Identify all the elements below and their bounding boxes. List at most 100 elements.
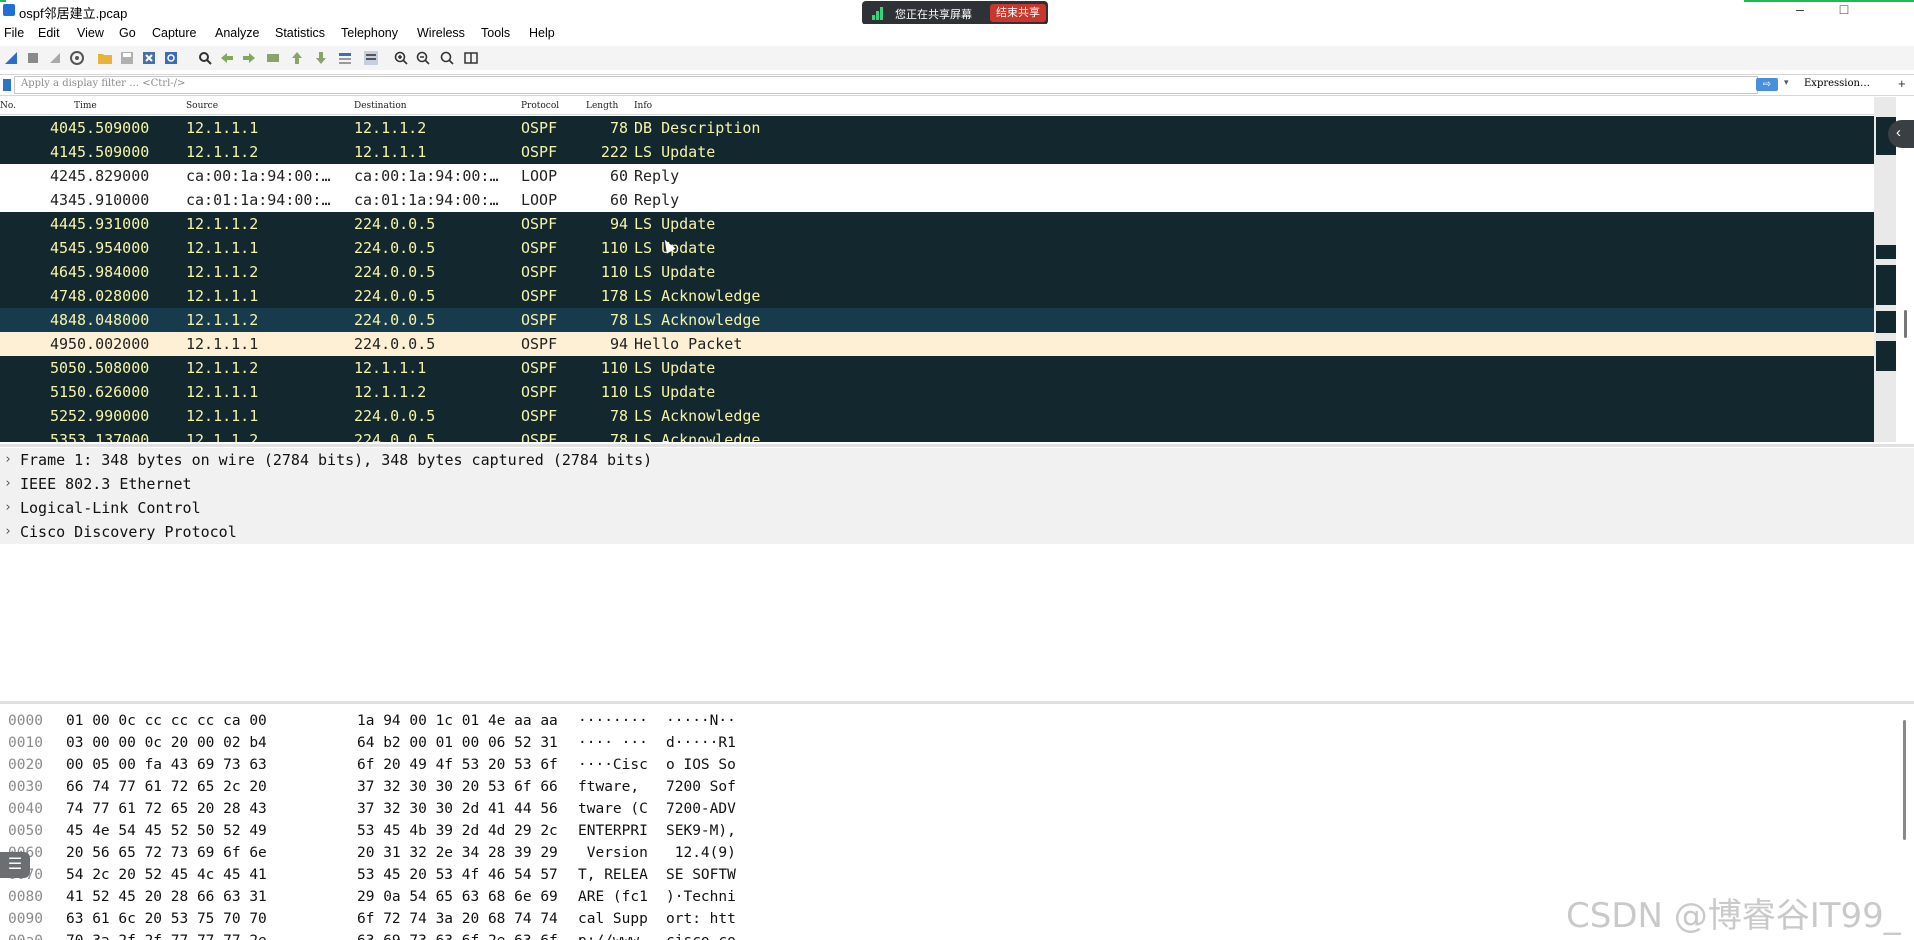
ascii-high: 7200 Sof (666, 779, 736, 795)
packet-row[interactable]: 40 45.509000 12.1.1.1 12.1.1.2 OSPF 78 DB Desc… (0, 116, 1874, 140)
packet-list-scrollbar[interactable] (1904, 310, 1907, 338)
expand-caret-icon: › (4, 500, 12, 515)
menu-analyze[interactable]: Analyze (215, 26, 259, 40)
packet-source: 12.1.1.2 (186, 431, 259, 442)
packet-number: 52 (49, 407, 68, 425)
packet-time: 45.984000 (68, 263, 150, 281)
packet-row[interactable]: 43 45.910000 ca:01:1a:94:00:… ca:01:1a:94:0… (0, 188, 1874, 212)
restart-icon[interactable] (47, 50, 63, 66)
packet-row[interactable]: 52 52.990000 12.1.1.1 224.0.0.5 OSPF 78 LS Ack… (0, 404, 1874, 428)
bytes-row[interactable]: 0040 74 77 61 72 65 20 28 43 37 32 30 30 2… (0, 798, 1914, 820)
first-packet-icon[interactable] (289, 50, 305, 66)
wireshark-app-icon (3, 4, 15, 16)
column-source[interactable]: Source (186, 101, 218, 111)
stop-sharing-button[interactable]: 结束共享 (990, 4, 1046, 22)
packet-destination: ca:00:1a:94:00:… (354, 167, 499, 185)
normal-size-icon[interactable] (439, 50, 455, 66)
bytes-row[interactable]: 0050 45 4e 54 45 52 50 52 49 53 45 4b 39 2… (0, 820, 1914, 842)
packet-list-minimap[interactable] (1874, 97, 1896, 442)
hex-bytes-low: 41 52 45 20 28 66 63 31 (66, 889, 267, 905)
bookmark-icon[interactable] (3, 79, 11, 91)
menu-go[interactable]: Go (119, 26, 136, 40)
save-icon[interactable] (119, 50, 135, 66)
ascii-low: tware (C (578, 801, 648, 817)
expression-button[interactable]: Expression… (1804, 78, 1870, 89)
last-packet-icon[interactable] (313, 50, 329, 66)
detail-row-ethernet[interactable]: › IEEE 802.3 Ethernet (0, 472, 1914, 496)
menu-statistics[interactable]: Statistics (275, 26, 325, 40)
packet-row[interactable]: 48 48.048000 12.1.1.2 224.0.0.5 OSPF 78 LS Ack… (0, 308, 1874, 332)
packet-row[interactable]: 47 48.028000 12.1.1.1 224.0.0.5 OSPF 178 LS Ac… (0, 284, 1874, 308)
menu-telephony[interactable]: Telephony (341, 26, 398, 40)
packet-info: LS Update (634, 143, 716, 161)
colorize-icon[interactable] (363, 50, 379, 66)
packet-row[interactable]: 42 45.829000 ca:00:1a:94:00:… ca:00:1a:94:0… (0, 164, 1874, 188)
bytes-row[interactable]: 0030 66 74 77 61 72 65 2c 20 37 32 30 30 2… (0, 776, 1914, 798)
menu-view[interactable]: View (77, 26, 104, 40)
packet-row[interactable]: 51 50.626000 12.1.1.1 12.1.1.2 OSPF 110 LS Upd… (0, 380, 1874, 404)
detail-row-llc[interactable]: › Logical-Link Control (0, 496, 1914, 520)
packet-row[interactable]: 50 50.508000 12.1.1.2 12.1.1.1 OSPF 110 LS Upd… (0, 356, 1874, 380)
pane-splitter-top[interactable] (0, 444, 1914, 447)
packet-row[interactable]: 44 45.931000 12.1.1.2 224.0.0.5 OSPF 94 LS Upd… (0, 212, 1874, 236)
hex-bytes-high: 6f 20 49 4f 53 20 53 6f (357, 757, 558, 773)
menu-edit[interactable]: Edit (38, 26, 60, 40)
zoom-in-icon[interactable] (393, 50, 409, 66)
options-icon[interactable] (69, 50, 85, 66)
column-time[interactable]: Time (74, 101, 97, 111)
bytes-row[interactable]: 0010 03 00 00 0c 20 00 02 b4 64 b2 00 01 0… (0, 732, 1914, 754)
find-icon[interactable] (197, 50, 213, 66)
apply-filter-arrow-icon[interactable]: ⇨ (1756, 78, 1778, 91)
hex-bytes-high: 6f 72 74 3a 20 68 74 74 (357, 911, 558, 927)
menu-help[interactable]: Help (529, 26, 555, 40)
bytes-row[interactable]: 007054 2c 20 52 45 4c 45 4153 45 20 53 4… (0, 864, 1914, 886)
zoom-out-icon[interactable] (415, 50, 431, 66)
shark-fin-start-icon[interactable] (3, 50, 19, 66)
packet-row[interactable]: 45 45.954000 12.1.1.1 224.0.0.5 OSPF 110 LS Up… (0, 236, 1874, 260)
go-back-icon[interactable] (219, 50, 235, 66)
packet-row[interactable]: 53 53.137000 12.1.1.2 224.0.0.5 OSPF 78 LS Ack… (0, 428, 1874, 442)
detail-label: Cisco Discovery Protocol (20, 523, 237, 541)
hex-bytes-high: 37 32 30 30 2d 41 44 56 (357, 801, 558, 817)
packet-row[interactable]: 46 45.984000 12.1.1.2 224.0.0.5 OSPF 110 LS Up… (0, 260, 1874, 284)
bytes-row[interactable]: 006020 56 65 72 73 69 6f 6e20 31 32 2e 3… (0, 842, 1914, 864)
close-file-icon[interactable] (141, 50, 157, 66)
autoscroll-icon[interactable] (337, 50, 353, 66)
column-length[interactable]: Length (586, 101, 618, 111)
menu-file[interactable]: File (4, 26, 24, 40)
column-info[interactable]: Info (634, 101, 652, 111)
reload-icon[interactable] (163, 50, 179, 66)
add-filter-button[interactable]: + (1898, 76, 1906, 91)
packet-length: 78 (609, 431, 628, 442)
side-panel-toggle[interactable]: ‹ (1888, 120, 1914, 148)
menu-tools[interactable]: Tools (481, 26, 510, 40)
menu-wireless[interactable]: Wireless (417, 26, 465, 40)
resize-columns-icon[interactable] (463, 50, 479, 66)
hex-bytes-low: 45 4e 54 45 52 50 52 49 (66, 823, 267, 839)
go-to-packet-icon[interactable] (265, 50, 281, 66)
packet-row[interactable]: 41 45.509000 12.1.1.2 12.1.1.1 OSPF 222 LS Upd… (0, 140, 1874, 164)
pane-splitter-bottom[interactable] (0, 701, 1914, 704)
maximize-button[interactable]: □ (1824, 0, 1864, 20)
stop-icon[interactable] (25, 50, 41, 66)
ascii-low: T, RELEA (578, 867, 648, 883)
go-forward-icon[interactable] (241, 50, 257, 66)
bytes-row[interactable]: 0020 00 05 00 fa 43 69 73 63 6f 20 49 4f 5… (0, 754, 1914, 776)
menu-capture[interactable]: Capture (152, 26, 196, 40)
minimize-button[interactable]: – (1780, 0, 1820, 20)
floating-menu-button[interactable]: ☰ (0, 852, 30, 878)
detail-row-frame[interactable]: › Frame 1: 348 bytes on wire (2784 bits)… (0, 448, 1914, 472)
column-no[interactable]: No. (0, 101, 16, 111)
packet-row[interactable]: 49 50.002000 12.1.1.1 224.0.0.5 OSPF 94 Hello … (0, 332, 1874, 356)
bytes-row[interactable]: 0000 01 00 0c cc cc cc ca 00 1a 94 00 1c 0… (0, 710, 1914, 732)
packet-time: 48.028000 (68, 287, 150, 305)
display-filter-input[interactable]: Apply a display filter … <Ctrl-/> (14, 76, 1758, 94)
byte-offset: 0080 (8, 889, 43, 905)
packet-list-header: No. Time Source Destination Protocol Len… (0, 97, 1874, 115)
ascii-high: d·····R1 (666, 735, 736, 751)
detail-row-cdp[interactable]: › Cisco Discovery Protocol (0, 520, 1914, 544)
column-protocol[interactable]: Protocol (521, 101, 559, 111)
open-folder-icon[interactable] (97, 50, 113, 66)
column-destination[interactable]: Destination (354, 101, 407, 111)
filter-history-dropdown[interactable]: ▾ (1784, 77, 1789, 88)
